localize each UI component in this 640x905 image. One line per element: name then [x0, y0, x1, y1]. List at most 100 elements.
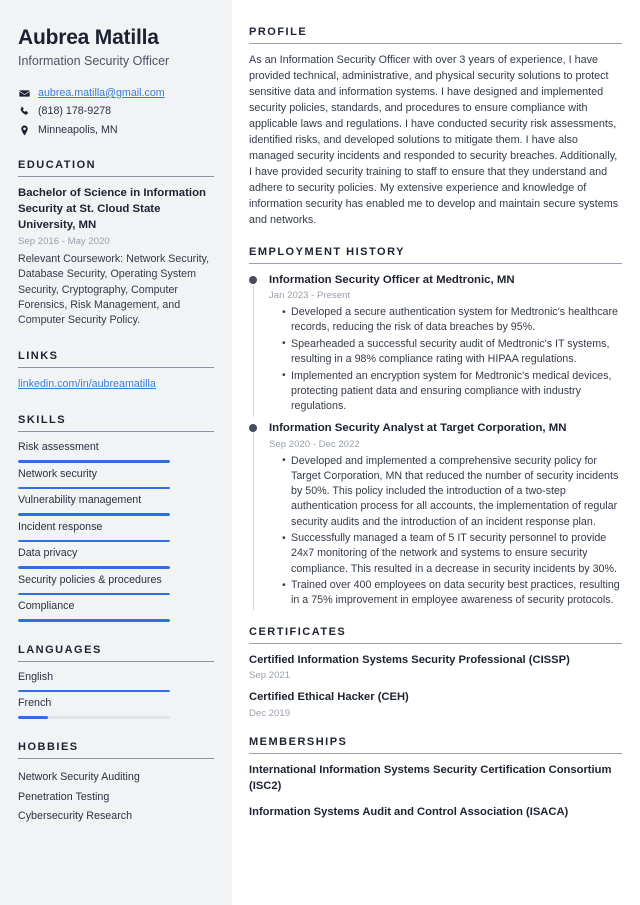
name-block: Aubrea Matilla Information Security Offi… [18, 26, 214, 69]
divider [249, 43, 622, 44]
job-bullets: Developed a secure authentication system… [269, 305, 622, 414]
skill-label: Vulnerability management [18, 494, 142, 507]
skill-level-fill [18, 513, 170, 516]
candidate-name: Aubrea Matilla [18, 26, 159, 49]
section-skills-heading: SKILLS [18, 414, 67, 427]
certificate-item: Certified Information Systems Security P… [249, 653, 622, 682]
job-role: Information Security Officer at Medtroni… [269, 273, 515, 286]
skill-level-bar [18, 566, 170, 569]
section-skills: SKILLS Risk assessment Network security … [18, 414, 214, 622]
job-bullets: Developed and implemented a comprehensiv… [269, 453, 622, 609]
contact-email-text[interactable]: aubrea.matilla@gmail.com [38, 87, 165, 100]
divider [18, 431, 214, 433]
job-entry: Information Security Officer at Medtroni… [249, 273, 622, 417]
timeline-dot-icon [249, 275, 257, 284]
section-hobbies-heading: HOBBIES [18, 740, 79, 753]
section-languages-heading: LANGUAGES [18, 643, 102, 656]
education-date: Sep 2016 - May 2020 [18, 236, 110, 248]
divider [18, 367, 214, 369]
skill-item: Vulnerability management [18, 494, 214, 516]
skill-level-bar [18, 619, 170, 622]
skill-level-fill [18, 566, 170, 569]
contact-phone: (818) 178-9278 [18, 105, 214, 119]
skill-level-fill [18, 619, 170, 622]
section-memberships-heading: MEMBERSHIPS [249, 735, 348, 748]
employment-timeline: Information Security Officer at Medtroni… [249, 273, 622, 611]
job-bullet: Successfully managed a team of 5 IT secu… [282, 531, 622, 577]
certificate-title: Certified Information Systems Security P… [249, 653, 570, 666]
divider [18, 757, 214, 759]
timeline-line [252, 424, 254, 611]
skill-item: Network security [18, 468, 214, 490]
profile-text: As an Information Security Officer with … [249, 54, 619, 226]
languages-list: English French [18, 671, 214, 719]
skill-label: Security policies & procedures [18, 573, 162, 586]
location-pin-icon [18, 125, 31, 136]
skill-item: Data privacy [18, 547, 214, 569]
skill-level-fill [18, 592, 170, 596]
divider [18, 176, 214, 178]
skill-level-fill [18, 539, 170, 543]
hobby-item: Network Security Auditing [18, 770, 140, 783]
skill-level-bar [18, 486, 170, 490]
skill-level-bar [18, 513, 170, 516]
contact-list: aubrea.matilla@gmail.com (818) 178-9278 … [18, 86, 214, 137]
membership-item: International Information Systems Securi… [249, 763, 612, 792]
language-item: French [18, 697, 214, 719]
certificate-date: Sep 2021 [249, 670, 291, 682]
link-linkedin[interactable]: linkedin.com/in/aubreamatilla [18, 377, 214, 392]
skills-list: Risk assessment Network security Vulnera… [18, 441, 214, 622]
section-certificates-heading: CERTIFICATES [249, 625, 347, 638]
language-level-fill [18, 689, 170, 693]
envelope-icon [18, 88, 31, 99]
resume-page: Aubrea Matilla Information Security Offi… [0, 0, 640, 905]
skill-level-fill [18, 486, 170, 490]
divider [249, 752, 622, 754]
education-title: Bachelor of Science in Information Secur… [18, 187, 206, 232]
job-role: Information Security Analyst at Target C… [269, 422, 567, 435]
timeline-line [252, 275, 254, 417]
certificate-title: Certified Ethical Hacker (CEH) [249, 691, 409, 704]
skill-item: Risk assessment [18, 441, 214, 463]
divider [18, 660, 214, 662]
skill-item: Security policies & procedures [18, 574, 214, 596]
skill-level-bar [18, 460, 170, 463]
main-content: PROFILE As an Information Security Offic… [232, 0, 640, 905]
section-education: EDUCATION Bachelor of Science in Informa… [18, 159, 214, 328]
skill-label: Network security [18, 467, 97, 480]
sidebar: Aubrea Matilla Information Security Offi… [0, 0, 232, 905]
skill-label: Data privacy [18, 547, 78, 560]
job-bullet: Trained over 400 employees on data secur… [282, 578, 622, 608]
section-profile-heading: PROFILE [249, 26, 308, 38]
contact-email[interactable]: aubrea.matilla@gmail.com [18, 86, 214, 100]
language-level-bar [18, 689, 170, 693]
section-employment-heading: EMPLOYMENT HISTORY [249, 245, 405, 258]
contact-location-text: Minneapolis, MN [38, 123, 118, 136]
divider [249, 642, 622, 644]
skill-item: Incident response [18, 521, 214, 543]
job-entry: Information Security Analyst at Target C… [249, 421, 622, 611]
section-languages: LANGUAGES English French [18, 644, 214, 719]
job-bullet: Spearheaded a successful security audit … [282, 336, 622, 367]
skill-label: Incident response [18, 520, 103, 533]
hobby-item: Cybersecurity Research [18, 810, 133, 823]
certificate-date: Dec 2019 [249, 707, 291, 719]
skill-level-bar [18, 539, 170, 543]
skill-item: Compliance [18, 600, 214, 622]
contact-location: Minneapolis, MN [18, 123, 214, 137]
skill-level-fill [18, 460, 170, 463]
job-date: Jan 2023 - Present [269, 290, 351, 302]
phone-icon [18, 106, 31, 117]
contact-phone-text: (818) 178-9278 [38, 105, 112, 118]
membership-item: Information Systems Audit and Control As… [249, 805, 569, 818]
job-bullet: Developed and implemented a comprehensiv… [282, 453, 622, 530]
language-label: English [18, 670, 54, 683]
skill-label: Compliance [18, 600, 75, 613]
section-links: LINKS linkedin.com/in/aubreamatilla [18, 350, 214, 392]
timeline-dot-icon [249, 424, 257, 433]
language-level-fill [18, 716, 49, 719]
section-education-heading: EDUCATION [18, 159, 97, 172]
job-bullet: Developed a secure authentication system… [282, 305, 622, 335]
certificate-item: Certified Ethical Hacker (CEH) Dec 2019 [249, 690, 622, 719]
skill-level-bar [18, 592, 170, 596]
